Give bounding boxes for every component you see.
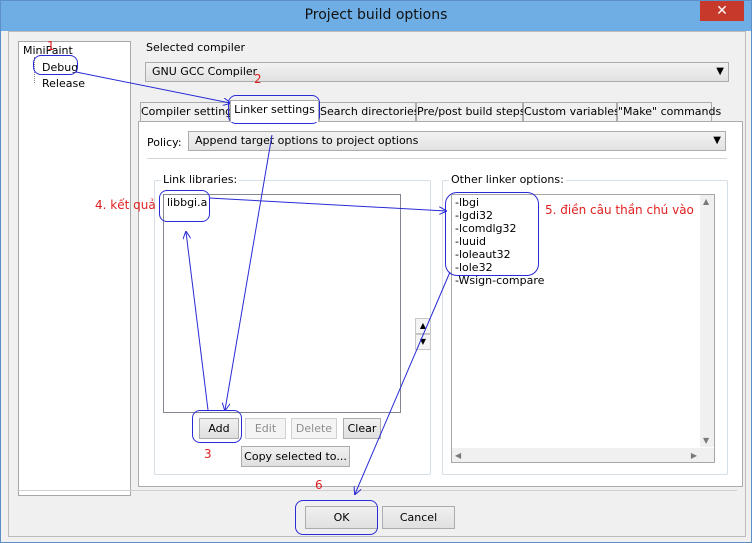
annotation-step-5: 5. điền câu thần chú vào [545, 203, 694, 217]
annotation-step-4: 4. kết quả [95, 198, 156, 212]
annotation-step-3: 3 [204, 447, 212, 461]
annotation-step-1: 1 [47, 39, 55, 53]
tab-linker-settings[interactable]: Linker settings [230, 100, 319, 122]
annotation-step-6: 6 [315, 478, 323, 492]
arrow-add-to-result [186, 232, 209, 411]
annotation-step-2: 2 [254, 72, 262, 86]
arrow-options-to-ok [355, 271, 451, 494]
arrow-result-to-options [208, 197, 446, 211]
arrow-debug-to-linker [75, 71, 230, 103]
annotation-arrows [75, 71, 451, 543]
arrow-linker-to-add [225, 134, 273, 410]
